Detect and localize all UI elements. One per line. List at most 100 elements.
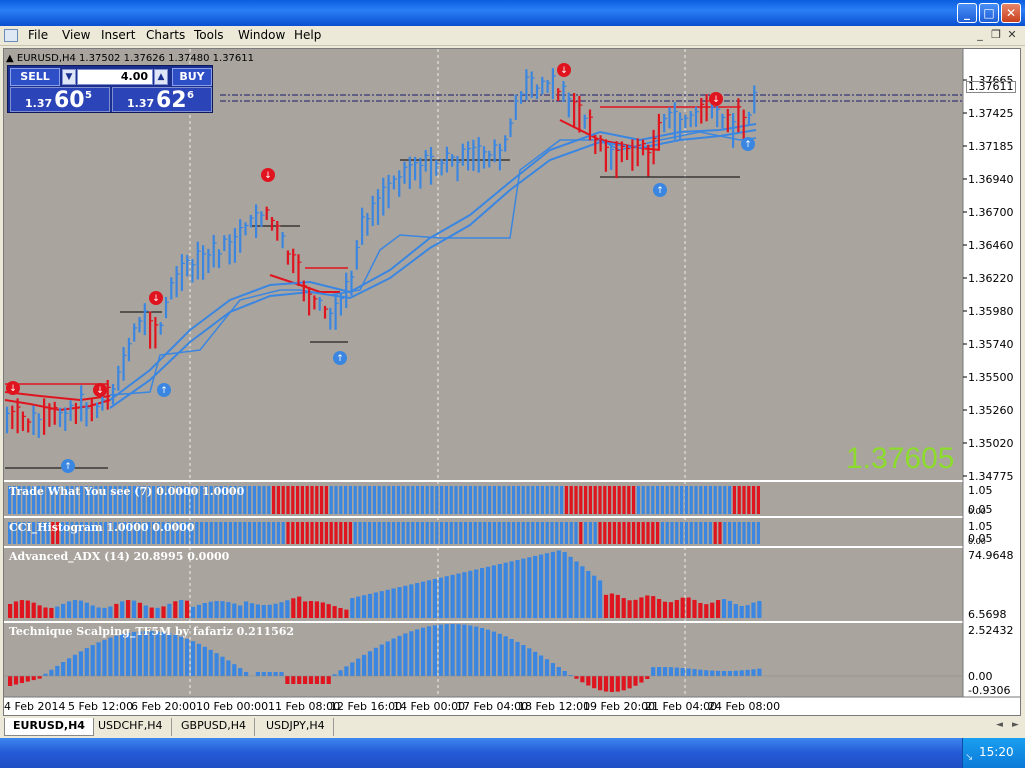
indicator-bar <box>372 486 376 514</box>
indicator-bar <box>262 522 266 544</box>
indicator-bar <box>742 486 746 514</box>
indicator-bar <box>622 522 626 544</box>
indicator-bar <box>305 486 309 514</box>
indicator-bar <box>608 522 612 544</box>
scalping-bar <box>739 670 744 676</box>
scalping-bar <box>562 670 567 676</box>
indicator-bar <box>555 486 559 514</box>
buy-price-fraction: 6 <box>187 90 194 101</box>
scalping-bar <box>716 670 721 676</box>
scalping-bar <box>698 669 703 676</box>
indicator-bar <box>617 522 621 544</box>
adx-bar <box>391 588 396 618</box>
indicator-bar <box>305 522 309 544</box>
adx-bar <box>757 600 762 618</box>
indicator-bar <box>579 486 583 514</box>
adx-bar <box>497 564 502 618</box>
indicator-bar <box>569 486 573 514</box>
tab-usdchf-h4[interactable]: USDCHF,H4 <box>90 718 172 736</box>
indicator-bar <box>454 486 458 514</box>
adx-bar <box>126 600 131 618</box>
tab-gbpusd-h4[interactable]: GBPUSD,H4 <box>173 718 255 736</box>
scalping-bar <box>84 648 89 676</box>
adx-bar <box>680 597 685 618</box>
indicator-bar <box>272 486 276 514</box>
adx-bar <box>586 570 591 618</box>
indicator-bar <box>689 522 693 544</box>
adx-bar <box>739 605 744 618</box>
tab-scroll-left-icon[interactable]: ◄ <box>996 720 1003 730</box>
indicator-bar <box>502 486 506 514</box>
adx-bar <box>297 596 302 618</box>
adx-bar <box>379 591 384 618</box>
indicator-bar <box>660 522 664 544</box>
price-axis-label: 1.37185 <box>968 140 1014 153</box>
svg-text:↑: ↑ <box>160 386 168 396</box>
adx-bar <box>367 593 373 618</box>
adx-bar <box>491 565 496 618</box>
sell-button[interactable]: SELL <box>10 68 60 86</box>
indicator-bar <box>209 522 213 544</box>
indicator-bar <box>550 486 554 514</box>
adx-bar <box>468 570 473 618</box>
indicator-bar <box>651 522 655 544</box>
indicator-bar <box>276 522 280 544</box>
indicator-bar <box>526 522 530 544</box>
scalping-bar <box>727 670 732 676</box>
svg-text:↓: ↓ <box>96 386 104 396</box>
indicator-bar <box>372 522 376 544</box>
scalping-bar <box>450 624 455 676</box>
indicator-bar <box>588 486 592 514</box>
adx-bar <box>155 607 160 618</box>
indicator-axis-bottom: 6.5698 <box>968 608 1007 621</box>
scalping-bar <box>96 642 101 676</box>
adx-bar <box>108 606 113 618</box>
scalping-bar <box>544 659 550 676</box>
indicator-bar <box>747 522 751 544</box>
chart-header: ▲ EURUSD,H4 1.37502 1.37626 1.37480 1.37… <box>6 53 255 64</box>
adx-bar <box>710 602 715 618</box>
scalping-bar <box>509 638 514 676</box>
indicator-bar <box>507 522 511 544</box>
indicator-bar <box>584 486 588 514</box>
lot-decrease-button[interactable]: ▼ <box>62 69 76 85</box>
buy-button[interactable]: BUY <box>172 68 212 86</box>
scalping-bar <box>680 667 685 676</box>
adx-bar <box>438 577 443 618</box>
indicator-bar <box>718 486 722 514</box>
buy-price-display[interactable]: 1.37 62 6 <box>112 87 212 113</box>
indicator-bar <box>646 486 650 514</box>
scalping-bar <box>78 651 83 676</box>
sell-price-prefix: 1.37 <box>25 97 53 110</box>
indicator-bar <box>636 522 640 544</box>
indicator-bar <box>219 522 223 544</box>
sell-price-display[interactable]: 1.37 60 5 <box>10 87 110 113</box>
adx-bar <box>173 601 178 618</box>
indicator-bar <box>281 522 285 544</box>
adx-bar <box>651 596 656 618</box>
date-axis-label: 14 Feb 00:00 <box>393 700 466 713</box>
adx-bar <box>344 609 349 618</box>
indicator-bar <box>756 522 760 544</box>
scalping-bar <box>273 672 278 676</box>
adx-bar <box>527 557 532 618</box>
indicator-bar <box>612 486 616 514</box>
adx-bar <box>214 601 219 618</box>
tab-eurusd-h4[interactable]: EURUSD,H4 <box>4 718 94 736</box>
scalping-bar <box>362 654 367 676</box>
lot-size-input[interactable]: 4.00 <box>77 69 153 85</box>
chart-canvas[interactable]: ↓ ↓ ↓ ↓ ↓ ↓ ↑ ↑ ↑ ↑ ↑ <box>0 0 1025 768</box>
adx-bar <box>338 607 343 618</box>
lot-increase-button[interactable]: ▲ <box>154 69 168 85</box>
taskbar-clock[interactable]: 15:20 <box>979 745 1014 759</box>
indicator-bar <box>603 486 607 514</box>
tab-usdjpy-h4[interactable]: USDJPY,H4 <box>258 718 334 736</box>
indicator-bar <box>732 522 736 544</box>
adx-bar <box>49 607 54 618</box>
scalping-bar <box>291 676 296 684</box>
adx-bar <box>562 552 567 618</box>
tab-scroll-right-icon[interactable]: ► <box>1012 720 1019 730</box>
adx-bar <box>303 601 308 618</box>
adx-bar <box>291 598 296 618</box>
indicator-axis-tiny: 0.00 <box>968 537 986 546</box>
